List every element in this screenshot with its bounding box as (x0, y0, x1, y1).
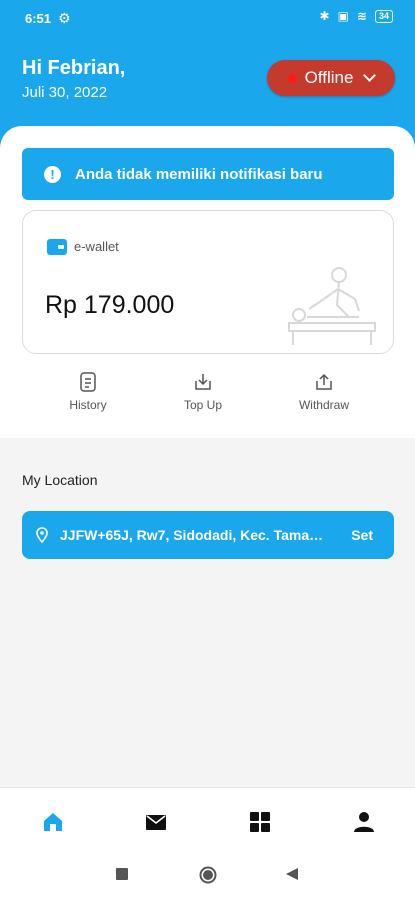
history-label: History (69, 398, 107, 412)
info-icon: ! (44, 165, 61, 183)
status-label: Offline (304, 68, 354, 87)
location-address: JJFW+65J, Rw7, Sidodadi, Kec. Tamalate (60, 527, 325, 543)
wallet-actions: History Top Up Withdraw (0, 372, 415, 422)
user-icon (354, 812, 374, 832)
bluetooth-icon: ✱ (319, 9, 330, 23)
greeting: Hi Febrian, (22, 57, 126, 79)
nav-menu[interactable] (248, 810, 272, 834)
set-location-button[interactable]: Set (351, 527, 373, 543)
grid-icon (250, 812, 270, 832)
top-up-icon (195, 374, 211, 390)
location-pin-icon (36, 527, 48, 543)
wallet-balance: Rp 179.000 (45, 291, 175, 319)
withdraw-icon (316, 373, 332, 390)
recent-apps-icon[interactable] (116, 868, 128, 880)
mail-icon (146, 815, 166, 830)
nav-home[interactable] (41, 810, 65, 834)
wifi-icon: ≋ (356, 9, 367, 23)
wallet-label: e-wallet (74, 239, 119, 254)
history-icon (80, 372, 96, 392)
chevron-down-icon (363, 69, 377, 82)
top-up-label: Top Up (183, 398, 223, 412)
home-system-icon[interactable] (199, 866, 217, 884)
wallet-card[interactable]: e-wallet Rp 179.000 (22, 210, 394, 354)
status-bar: 6:51 ⚙ ✱ ▣ ≋ 34 (0, 0, 415, 38)
alarm-icon: ▣ (337, 9, 349, 23)
nav-profile[interactable] (352, 810, 376, 834)
notification-banner[interactable]: ! Anda tidak memiliki notifikasi baru (22, 148, 394, 200)
current-date: Juli 30, 2022 (22, 84, 108, 101)
status-time: 6:51 (25, 11, 52, 26)
online-status-dropdown[interactable]: Offline (267, 60, 395, 96)
massage-illustration-icon (288, 267, 376, 345)
back-icon[interactable] (286, 868, 298, 880)
status-dot-icon (287, 73, 297, 83)
wallet-icon (47, 239, 67, 255)
location-bar[interactable]: JJFW+65J, Rw7, Sidodadi, Kec. Tamalate S… (22, 511, 394, 559)
top-up-button[interactable]: Top Up (158, 372, 248, 412)
battery-icon: 34 (374, 9, 393, 23)
notification-text: Anda tidak memiliki notifikasi baru (75, 165, 323, 183)
nav-messages[interactable] (144, 810, 168, 834)
history-button[interactable]: History (43, 372, 133, 412)
withdraw-label: Withdraw (298, 398, 349, 412)
settings-status-icon: ⚙ (58, 10, 71, 26)
location-title: My Location (22, 472, 98, 488)
home-icon (44, 813, 62, 831)
withdraw-button[interactable]: Withdraw (279, 372, 369, 412)
